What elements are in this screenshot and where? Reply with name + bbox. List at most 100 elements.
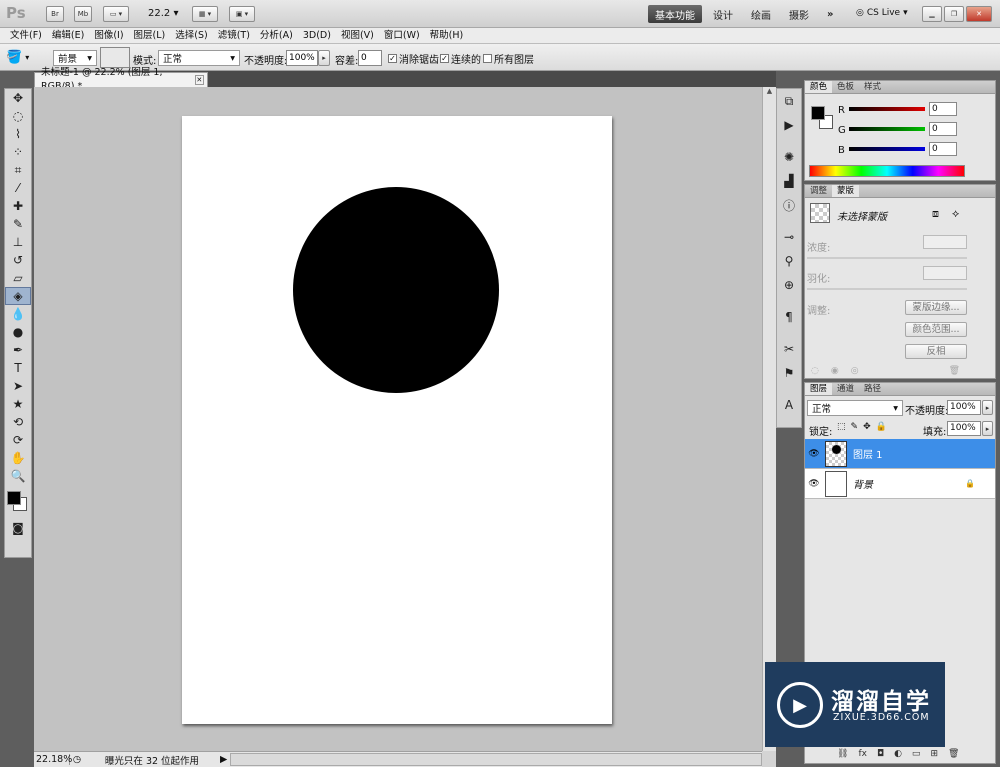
fill-source-dropdown[interactable]: 前景 ▾ xyxy=(53,50,97,66)
r-value[interactable]: 0 xyxy=(929,102,957,116)
eye-icon[interactable]: 👁 xyxy=(805,479,823,489)
menu-select[interactable]: 选择(S) xyxy=(170,28,212,43)
move-tool[interactable]: ✥ xyxy=(5,89,31,107)
minimize-button[interactable]: ▁ xyxy=(922,6,942,22)
path-select-tool[interactable]: ➤ xyxy=(5,377,31,395)
tool-presets-icon[interactable]: ⊕ xyxy=(777,273,801,297)
menu-filter[interactable]: 滤镜(T) xyxy=(213,28,255,43)
menu-3d[interactable]: 3D(D) xyxy=(298,28,336,43)
hand-tool[interactable]: ✋ xyxy=(5,449,31,467)
tab-paths[interactable]: 路径 xyxy=(859,383,886,395)
opacity-slider-button[interactable]: ▸ xyxy=(318,50,330,66)
status-menu-icon[interactable]: ▶ xyxy=(220,754,230,765)
layer-row-background[interactable]: 👁 背景 🔒 xyxy=(805,469,995,499)
color-range-button[interactable]: 颜色范围... xyxy=(905,322,967,337)
lock-all-icon[interactable]: 🔒 xyxy=(876,422,887,432)
add-mask-icon[interactable]: ◘ xyxy=(877,749,884,759)
shape-tool[interactable]: ★ xyxy=(5,395,31,413)
invert-button[interactable]: 反相 xyxy=(905,344,967,359)
maximize-button[interactable]: ❐ xyxy=(944,6,964,22)
workspace-photography[interactable]: 摄影 xyxy=(782,5,816,23)
cs-live-button[interactable]: ◎ CS Live ▾ xyxy=(856,8,908,18)
lasso-tool[interactable]: ⌇ xyxy=(5,125,31,143)
3d-lights-icon[interactable]: ⚑ xyxy=(777,361,801,385)
tolerance-input[interactable] xyxy=(358,50,382,66)
menu-edit[interactable]: 编辑(E) xyxy=(47,28,89,43)
link-layers-icon[interactable]: ⛓ xyxy=(837,749,848,759)
brush-tool[interactable]: ✎ xyxy=(5,215,31,233)
antialias-checkbox[interactable]: ✓ 消除锯齿 xyxy=(388,51,439,66)
navigator-panel-icon[interactable]: ✺ xyxy=(777,145,801,169)
status-zoom[interactable]: 22.18% xyxy=(34,754,72,765)
zoom-tool[interactable]: 🔍 xyxy=(5,467,31,485)
quick-mask-icon[interactable]: ◙ xyxy=(5,519,31,537)
g-value[interactable]: 0 xyxy=(929,122,957,136)
history-panel-icon[interactable]: ⧉ xyxy=(777,89,801,113)
foreground-color-swatch[interactable] xyxy=(7,491,21,505)
document-tab[interactable]: 未标题-1 @ 22.2% (图层 1, RGB/8) * ✕ xyxy=(34,67,208,92)
all-layers-checkbox[interactable]: 所有图层 xyxy=(483,51,534,66)
fx-icon[interactable]: fx xyxy=(858,749,867,759)
tab-swatches[interactable]: 色板 xyxy=(832,81,859,93)
b-value[interactable]: 0 xyxy=(929,142,957,156)
view-extras-dropdown[interactable]: ▭ ▾ xyxy=(103,6,129,22)
dodge-tool[interactable]: ● xyxy=(5,323,31,341)
eraser-tool[interactable]: ▱ xyxy=(5,269,31,287)
history-brush-tool[interactable]: ↺ xyxy=(5,251,31,269)
zoom-level-dropdown[interactable]: 22.2 ▾ xyxy=(148,8,178,19)
clone-source-icon[interactable]: ⚲ xyxy=(777,249,801,273)
layer-name[interactable]: 图层 1 xyxy=(853,446,883,461)
b-slider[interactable] xyxy=(849,147,925,151)
clone-stamp-tool[interactable]: ⊥ xyxy=(5,233,31,251)
tool-preset-picker[interactable]: 🪣 ▾ xyxy=(6,49,44,66)
minibridge-button[interactable]: Mb xyxy=(74,6,92,22)
fill-slider-button[interactable]: ▸ xyxy=(982,421,993,436)
lock-position-icon[interactable]: ✥ xyxy=(863,422,871,432)
layer-opacity-input[interactable]: 100% xyxy=(947,400,981,415)
workspace-essentials[interactable]: 基本功能 xyxy=(648,5,702,23)
delete-mask-icon[interactable]: 🗑 xyxy=(949,366,960,376)
new-layer-icon[interactable]: ⊞ xyxy=(930,749,938,759)
menu-analysis[interactable]: 分析(A) xyxy=(255,28,298,43)
crop-tool[interactable]: ⌗ xyxy=(5,161,31,179)
tab-adjustments[interactable]: 调整 xyxy=(805,185,832,197)
close-button[interactable]: ✕ xyxy=(966,6,992,22)
tab-masks[interactable]: 蒙版 xyxy=(832,185,860,197)
3d-panel-icon[interactable]: ✂ xyxy=(777,337,801,361)
menu-layer[interactable]: 图层(L) xyxy=(129,28,171,43)
tab-color[interactable]: 颜色 xyxy=(805,81,833,93)
blend-mode-dropdown[interactable]: 正常 ▾ xyxy=(158,50,240,66)
arrange-documents-dropdown[interactable]: ▦ ▾ xyxy=(192,6,218,22)
layer-opacity-slider-button[interactable]: ▸ xyxy=(982,400,993,415)
lock-transparency-icon[interactable]: ⬚ xyxy=(837,422,846,432)
eye-icon[interactable]: 👁 xyxy=(805,449,823,459)
menu-view[interactable]: 视图(V) xyxy=(336,28,379,43)
vector-mask-icon[interactable]: ⟡ xyxy=(952,207,959,221)
healing-brush-tool[interactable]: ✚ xyxy=(5,197,31,215)
disable-mask-icon[interactable]: ◎ xyxy=(851,366,859,376)
foreground-color-swatch[interactable] xyxy=(811,106,825,120)
load-selection-icon[interactable]: ◌ xyxy=(811,366,819,376)
pattern-picker[interactable] xyxy=(100,47,130,68)
fill-input[interactable]: 100% xyxy=(947,421,981,436)
contiguous-checkbox[interactable]: ✓ 连续的 xyxy=(440,51,481,66)
close-tab-icon[interactable]: ✕ xyxy=(194,75,204,85)
eyedropper-tool[interactable]: ⁄ xyxy=(5,179,31,197)
tab-layers[interactable]: 图层 xyxy=(805,383,833,395)
mask-edge-button[interactable]: 蒙版边缘... xyxy=(905,300,967,315)
workspace-painting[interactable]: 绘画 xyxy=(744,5,778,23)
lock-pixels-icon[interactable]: ✎ xyxy=(851,422,859,432)
brush-presets-icon[interactable]: ⊸ xyxy=(777,225,801,249)
layer-row-layer1[interactable]: 👁 图层 1 xyxy=(805,439,995,469)
histogram-panel-icon[interactable]: ▟ xyxy=(777,169,801,193)
menu-help[interactable]: 帮助(H) xyxy=(425,28,469,43)
menu-image[interactable]: 图像(I) xyxy=(89,28,128,43)
menu-file[interactable]: 文件(F) xyxy=(5,28,47,43)
bridge-button[interactable]: Br xyxy=(46,6,64,22)
info-panel-icon[interactable]: ⓘ xyxy=(777,193,801,217)
r-slider[interactable] xyxy=(849,107,925,111)
layer-name[interactable]: 背景 xyxy=(853,476,873,491)
3d-orbit-tool[interactable]: ⟳ xyxy=(5,431,31,449)
scroll-up-icon[interactable]: ▲ xyxy=(763,87,776,99)
apply-mask-icon[interactable]: ◉ xyxy=(831,366,839,376)
